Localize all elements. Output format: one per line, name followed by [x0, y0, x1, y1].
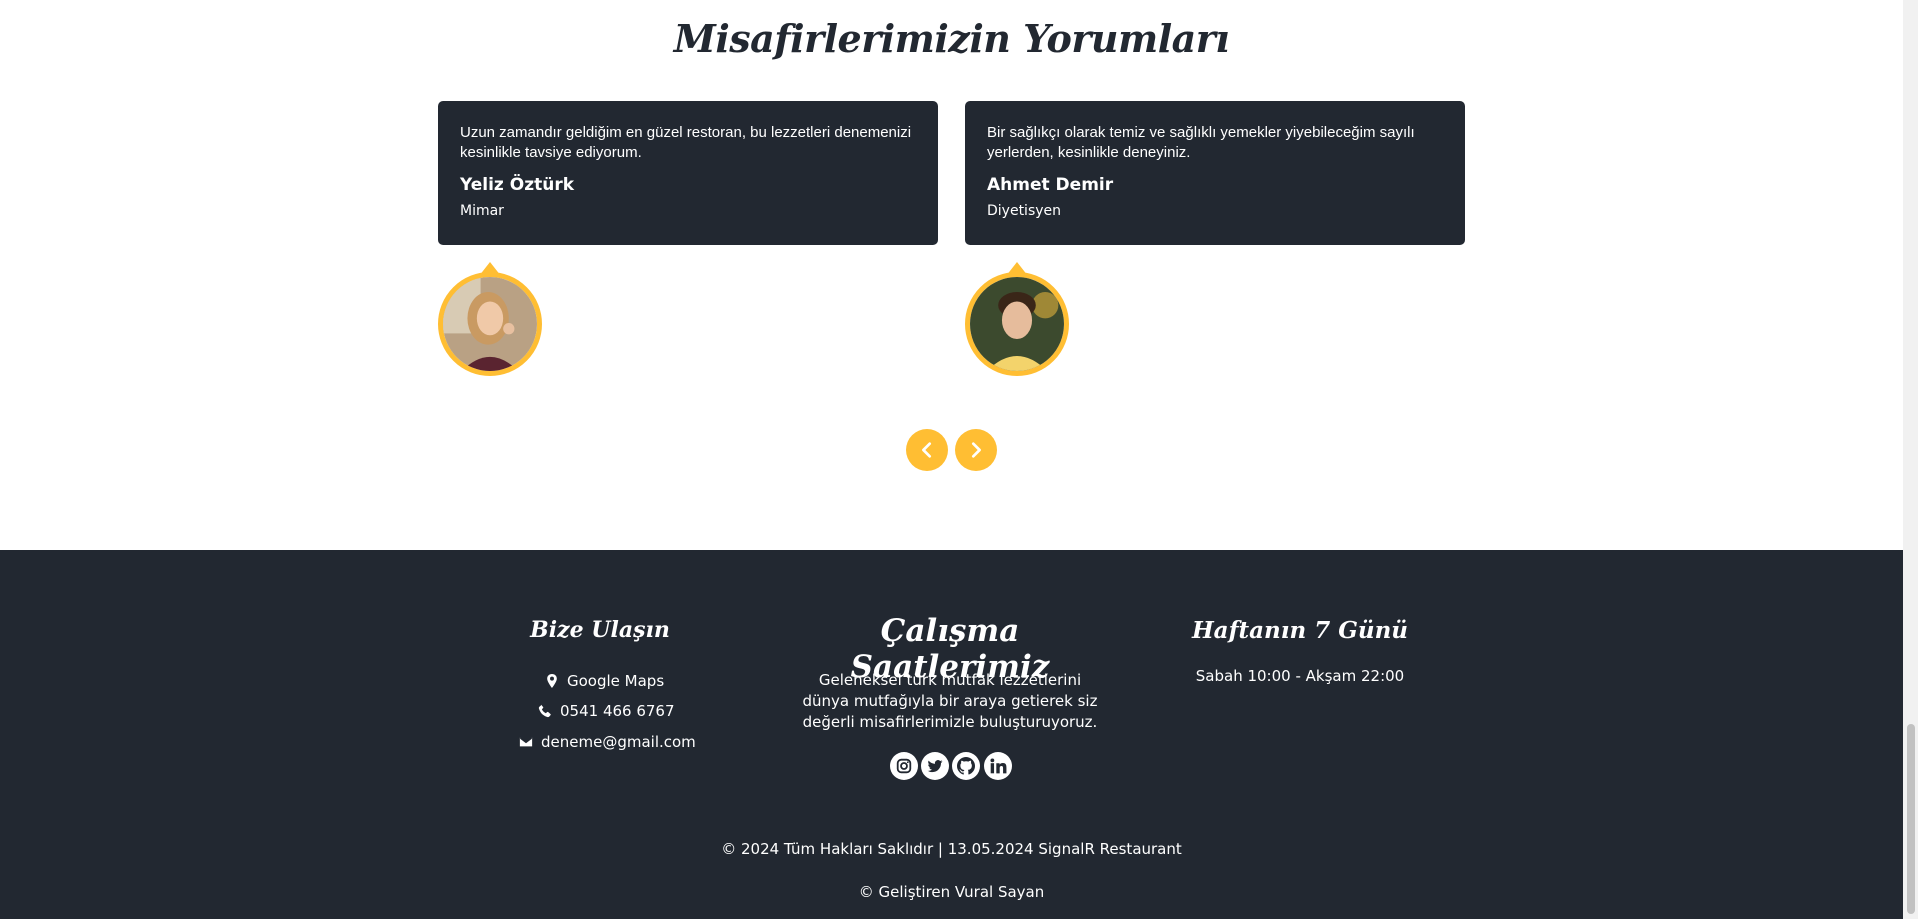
contact-title: Bize Ulaşın	[530, 617, 670, 643]
avatar-photo-woman	[443, 277, 537, 371]
section-title: Misafirlerimizin Yorumları	[673, 16, 1230, 61]
testimonial-role: Mimar	[460, 203, 504, 219]
avatar	[965, 272, 1069, 376]
contact-label: Google Maps	[567, 672, 665, 690]
twitter-icon	[927, 760, 943, 773]
linkedin-icon	[990, 758, 1007, 774]
testimonial-avatar-wrapper	[965, 262, 1069, 376]
google-maps-link[interactable]: Google Maps	[545, 672, 664, 690]
testimonial-role: Diyetisyen	[987, 203, 1062, 219]
testimonial-name: Yeliz Öztürk	[460, 175, 575, 195]
testimonial-card: Bir sağlıkçı olarak temiz ve sağlıklı ye…	[965, 101, 1465, 245]
testimonial-name: Ahmet Demir	[987, 175, 1114, 195]
phone-icon	[538, 704, 551, 718]
copyright-text: © 2024 Tüm Hakları Saklıdır | 13.05.2024…	[721, 840, 1182, 858]
carousel-next-button[interactable]	[955, 429, 997, 471]
phone-link[interactable]: 0541 466 6767	[538, 702, 675, 720]
avatar	[438, 272, 542, 376]
hours-title: Haftanın 7 Günü	[1191, 617, 1409, 644]
twitter-link[interactable]	[921, 752, 949, 780]
about-text: Geleneksel türk mutfak lezzetlerini düny…	[802, 671, 1098, 731]
envelope-icon	[519, 737, 533, 747]
developer-credit: © Geliştiren Vural Sayan	[858, 883, 1045, 901]
chevron-right-icon	[971, 442, 981, 458]
testimonial-quote: Uzun zamandır geldiğim en güzel restoran…	[460, 124, 912, 161]
github-icon	[957, 757, 975, 775]
linkedin-link[interactable]	[984, 752, 1012, 780]
email-link[interactable]: deneme@gmail.com	[519, 733, 696, 751]
scrollbar-thumb[interactable]	[1907, 724, 1915, 914]
testimonial-avatar-wrapper	[438, 262, 542, 376]
contact-label: deneme@gmail.com	[541, 733, 696, 751]
avatar-photo-man	[970, 277, 1064, 371]
map-marker-icon	[547, 674, 557, 688]
contact-label: 0541 466 6767	[560, 702, 675, 720]
github-link[interactable]	[952, 752, 980, 780]
chevron-left-icon	[922, 442, 932, 458]
footer	[0, 550, 1903, 919]
hours-text: Sabah 10:00 - Akşam 22:00	[1195, 667, 1405, 685]
instagram-icon	[896, 758, 912, 774]
instagram-link[interactable]	[890, 752, 918, 780]
carousel-prev-button[interactable]	[906, 429, 948, 471]
vertical-scrollbar[interactable]	[1903, 0, 1918, 919]
testimonial-quote: Bir sağlıkçı olarak temiz ve sağlıklı ye…	[987, 124, 1415, 161]
testimonial-card: Uzun zamandır geldiğim en güzel restoran…	[438, 101, 938, 245]
testimonial-section: Misafirlerimizin Yorumları Uzun zamandır…	[0, 0, 1903, 550]
